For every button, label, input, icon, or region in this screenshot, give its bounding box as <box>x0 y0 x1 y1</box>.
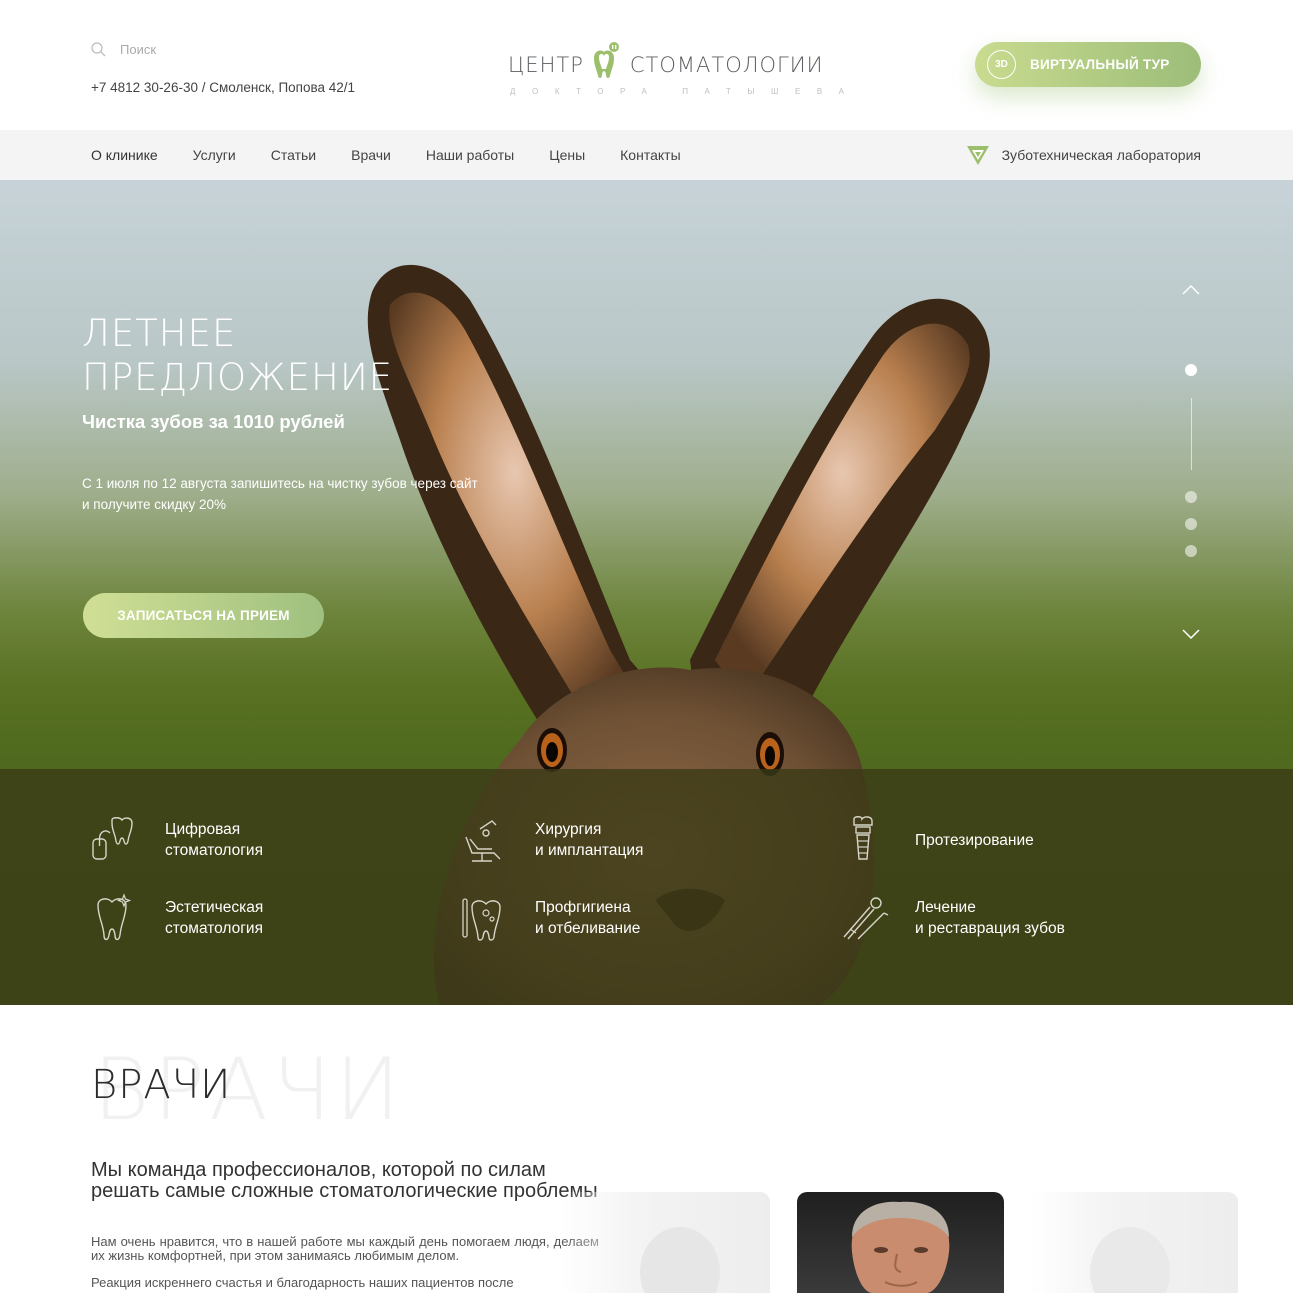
hero-title-line-2: ПРЕДЛОЖЕНИЕ <box>82 356 394 399</box>
slider-down-arrow-icon[interactable] <box>1176 624 1206 644</box>
dental-chair-icon <box>465 820 501 862</box>
logo-word-1: ЦЕНТР <box>508 53 584 77</box>
doctor-photo-faded <box>640 1227 720 1293</box>
logo-word-2: СТОМАТОЛОГИИ <box>629 53 824 77</box>
slider-dot-2[interactable] <box>1185 491 1197 503</box>
nav-item-about[interactable]: О клинике <box>91 147 158 163</box>
doctors-title: ВРАЧИ <box>91 1062 232 1108</box>
digital-tooth-icon <box>92 817 133 860</box>
service-hygiene[interactable]: Профгигиена и отбеливание <box>460 893 640 943</box>
service-label: Профгигиена и отбеливание <box>535 899 641 937</box>
nav-menu: О клинике Услуги Статьи Врачи Наши работ… <box>91 130 716 180</box>
doctors-paragraph-1: Нам очень нравится, что в нашей работе м… <box>91 1234 599 1263</box>
hero-title-line-1: ЛЕТНЕЕ <box>82 312 237 355</box>
service-label: Эстетическая стоматология <box>165 899 264 937</box>
hero-subtitle: Чистка зубов за 1010 рублей <box>82 411 345 432</box>
slider-controls <box>1176 278 1206 648</box>
nav-item-doctors[interactable]: Врачи <box>351 147 391 163</box>
service-label: Протезирование <box>915 831 1034 849</box>
nav-item-prices[interactable]: Цены <box>549 147 585 163</box>
slider-dot-1[interactable] <box>1185 364 1197 376</box>
hero-description: С 1 июля по 12 августа запишитесь на чис… <box>82 476 478 512</box>
service-label: Цифровая стоматология <box>165 821 263 859</box>
dental-lab-label: Зуботехническая лаборатория <box>1001 147 1201 163</box>
services-band: Цифровая стоматология Хирургия и имплант… <box>0 769 1293 1005</box>
site-logo[interactable]: ЦЕНТР СТОМАТОЛОГИИ ДОКТОРА ПАТЫШЕВА <box>508 36 848 102</box>
logo-subtitle: ДОКТОРА ПАТЫШЕВА <box>510 87 861 96</box>
site-header: +7 4812 30-26-30 / Смоленск, Попова 42/1… <box>0 0 1293 130</box>
search-input[interactable] <box>120 42 280 57</box>
tooth-logo-icon <box>593 42 619 79</box>
doctor-card-next[interactable] <box>1030 1192 1238 1293</box>
service-prosthetics[interactable]: Протезирование <box>840 815 1034 865</box>
3d-badge-icon: 3D <box>987 50 1016 79</box>
slider-progress-line <box>1190 398 1192 470</box>
service-treatment[interactable]: Лечение и реставрация зубов <box>840 893 1065 943</box>
nav-item-services[interactable]: Услуги <box>193 147 236 163</box>
slider-dot-3[interactable] <box>1185 518 1197 530</box>
contacts-line: +7 4812 30-26-30 / Смоленск, Попова 42/1 <box>91 80 356 95</box>
service-surgery[interactable]: Хирургия и имплантация <box>460 815 643 865</box>
doctors-paragraph-2: Реакция искреннего счастья и благодарнос… <box>91 1275 514 1290</box>
virtual-tour-label: ВИРТУАЛЬНЫЙ ТУР <box>1030 57 1170 72</box>
dental-lab-link[interactable]: Зуботехническая лаборатория <box>966 130 1201 180</box>
hero-slider: ЛЕТНЕЕ ПРЕДЛОЖЕНИЕ Чистка зубов за 1010 … <box>0 180 1293 1005</box>
service-aesthetic[interactable]: Эстетическая стоматология <box>90 893 263 943</box>
book-appointment-button[interactable]: ЗАПИСАТЬСЯ НА ПРИЕМ <box>83 593 324 638</box>
service-label: Лечение и реставрация зубов <box>915 899 1065 937</box>
slider-dot-4[interactable] <box>1185 545 1197 557</box>
hero-title: ЛЕТНЕЕ ПРЕДЛОЖЕНИЕ <box>82 312 393 400</box>
dental-tools-icon <box>843 897 889 940</box>
search-box[interactable] <box>91 42 280 57</box>
doctor-photo <box>851 1201 950 1293</box>
hygiene-tooth-icon <box>462 898 501 941</box>
doctor-card-prev[interactable] <box>560 1192 770 1293</box>
search-icon[interactable] <box>91 42 106 57</box>
sparkle-tooth-icon <box>97 893 132 941</box>
service-label: Хирургия и имплантация <box>535 821 644 859</box>
nav-item-articles[interactable]: Статьи <box>271 147 316 163</box>
lab-triangle-icon <box>966 146 989 165</box>
virtual-tour-button[interactable]: 3D ВИРТУАЛЬНЫЙ ТУР <box>975 42 1201 87</box>
nav-item-works[interactable]: Наши работы <box>426 147 514 163</box>
doctors-lead: Мы команда профессионалов, которой по си… <box>91 1159 598 1202</box>
doctor-card-active[interactable] <box>797 1192 1004 1293</box>
doctor-photo-faded <box>1090 1227 1170 1293</box>
implant-icon <box>853 816 873 860</box>
nav-item-contacts[interactable]: Контакты <box>620 147 680 163</box>
main-nav: О клинике Услуги Статьи Врачи Наши работ… <box>0 130 1293 180</box>
slider-up-arrow-icon[interactable] <box>1176 280 1206 300</box>
service-digital[interactable]: Цифровая стоматология <box>90 815 263 865</box>
